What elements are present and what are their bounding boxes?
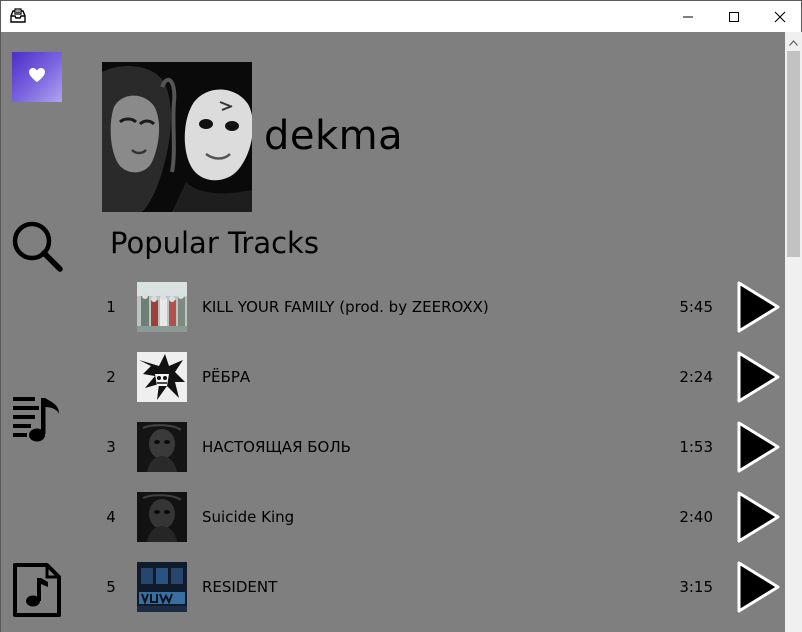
close-icon bbox=[774, 11, 786, 23]
track-title: НАСТОЯЩАЯ БОЛЬ bbox=[202, 438, 351, 456]
track-cover bbox=[137, 492, 187, 542]
track-number: 1 bbox=[106, 298, 116, 316]
artist-name: dekma bbox=[264, 113, 404, 159]
favorites-button[interactable] bbox=[12, 52, 62, 102]
track-title: KILL YOUR FAMILY (prod. by ZEEROXX) bbox=[202, 298, 489, 316]
search-icon bbox=[11, 220, 65, 278]
inbox-tray-icon bbox=[9, 7, 27, 25]
app-window: dekma Popular Tracks 1 KILL YOUR FAMILY … bbox=[0, 0, 802, 632]
track-title: РЁБРА bbox=[202, 368, 251, 386]
play-button[interactable] bbox=[735, 420, 781, 474]
track-row[interactable]: 2 РЁБРА 2:24 bbox=[1, 349, 785, 405]
track-duration: 3:15 bbox=[679, 578, 713, 596]
track-duration: 5:45 bbox=[679, 298, 713, 316]
play-icon bbox=[735, 350, 781, 404]
heart-icon bbox=[28, 67, 46, 87]
track-cover bbox=[137, 422, 187, 472]
maximize-icon bbox=[728, 11, 740, 23]
track-number: 3 bbox=[106, 438, 116, 456]
close-button[interactable] bbox=[757, 1, 802, 32]
play-button[interactable] bbox=[735, 280, 781, 334]
chevron-up-icon bbox=[789, 31, 798, 50]
play-icon bbox=[735, 420, 781, 474]
track-number: 4 bbox=[106, 508, 116, 526]
title-bar bbox=[1, 1, 801, 32]
track-cover bbox=[137, 352, 187, 402]
track-row[interactable]: 5 RESIDENT 3:15 bbox=[1, 559, 785, 615]
track-duration: 2:24 bbox=[679, 368, 713, 386]
play-icon bbox=[735, 560, 781, 614]
track-row[interactable]: 3 НАСТОЯЩАЯ БОЛЬ 1:53 bbox=[1, 419, 785, 475]
play-button[interactable] bbox=[735, 560, 781, 614]
minimize-icon bbox=[682, 11, 694, 23]
main-content: dekma Popular Tracks 1 KILL YOUR FAMILY … bbox=[1, 32, 785, 632]
track-cover bbox=[137, 562, 187, 612]
track-number: 5 bbox=[106, 578, 116, 596]
scrollbar-thumb[interactable] bbox=[787, 51, 800, 257]
artist-photo bbox=[102, 62, 252, 212]
minimize-button[interactable] bbox=[665, 1, 711, 32]
section-title-popular: Popular Tracks bbox=[110, 226, 319, 260]
track-title: Suicide King bbox=[202, 508, 295, 526]
vertical-scrollbar[interactable] bbox=[785, 32, 802, 632]
track-duration: 2:40 bbox=[679, 508, 713, 526]
track-title: RESIDENT bbox=[202, 578, 278, 596]
track-row[interactable]: 1 KILL YOUR FAMILY (prod. by ZEEROXX) 5:… bbox=[1, 279, 785, 335]
track-cover bbox=[137, 282, 187, 332]
track-duration: 1:53 bbox=[679, 438, 713, 456]
play-button[interactable] bbox=[735, 490, 781, 544]
track-row[interactable]: 4 Suicide King 2:40 bbox=[1, 489, 785, 545]
play-icon bbox=[735, 280, 781, 334]
maximize-button[interactable] bbox=[711, 1, 757, 32]
play-button[interactable] bbox=[735, 350, 781, 404]
play-icon bbox=[735, 490, 781, 544]
search-button[interactable] bbox=[11, 220, 65, 278]
scroll-up-button[interactable] bbox=[785, 32, 802, 49]
track-number: 2 bbox=[106, 368, 116, 386]
